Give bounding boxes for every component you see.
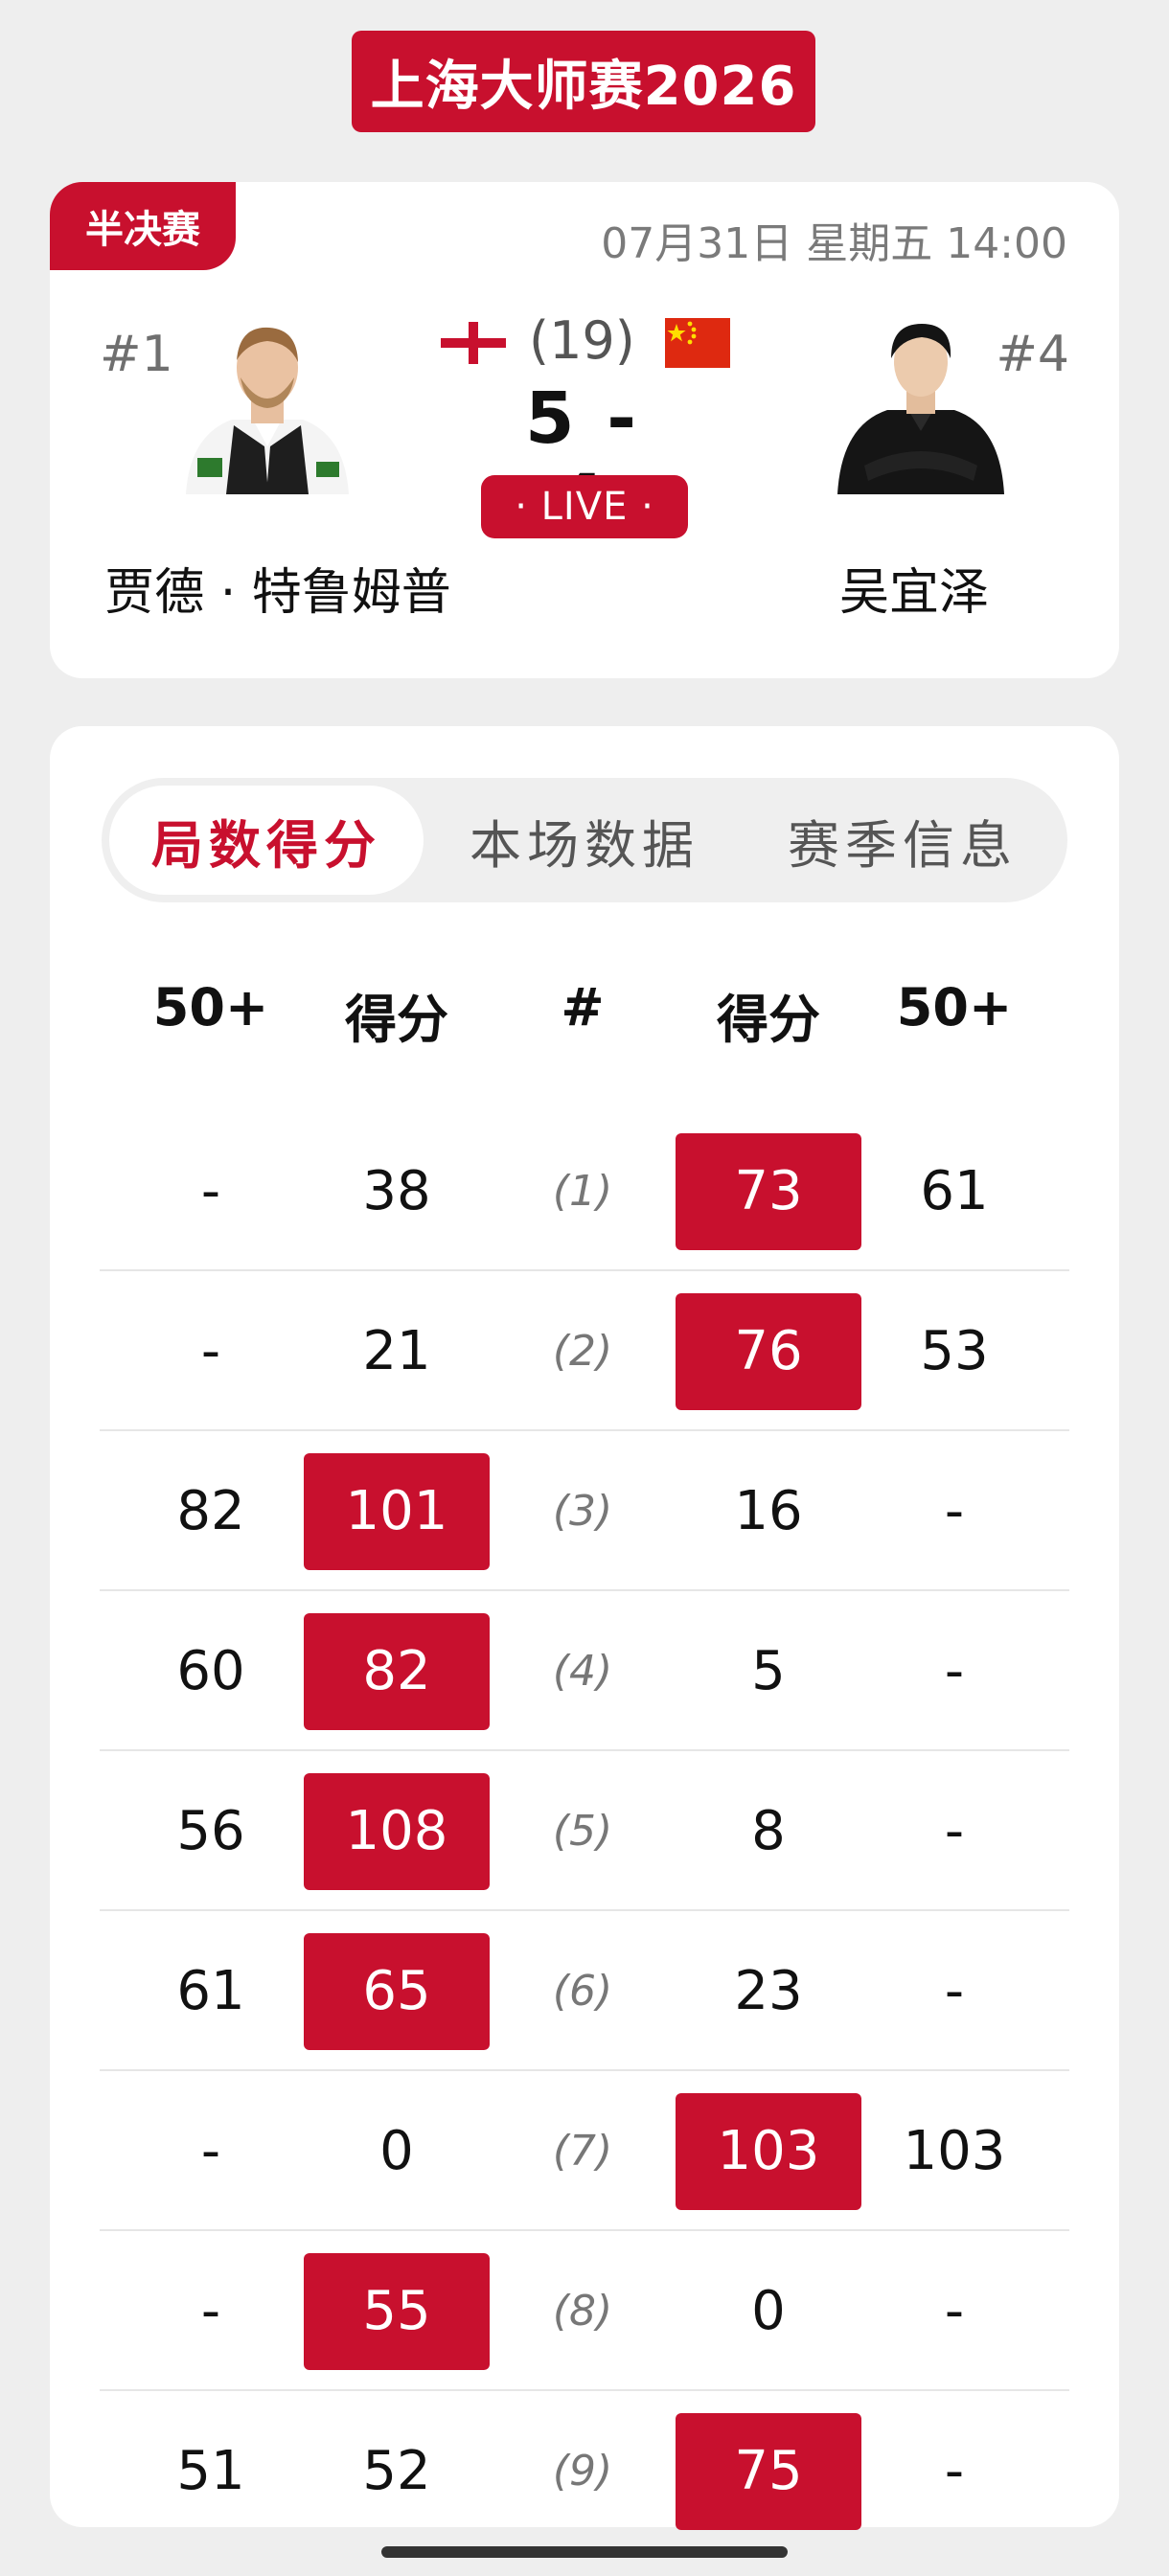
frame-number-cell: (7): [552, 2127, 613, 2176]
tab-bar: 局数得分 本场数据 赛季信息: [102, 778, 1067, 902]
left-score-cell: 55: [301, 2231, 493, 2391]
frame-winner-score: 82: [304, 1612, 490, 1730]
frame-winner-score: 65: [304, 1932, 490, 2050]
left-score-cell: 0: [379, 2120, 414, 2182]
right-score-cell: 0: [751, 2280, 786, 2342]
left-break-cell: 56: [176, 1800, 245, 1862]
frame-winner-score: 103: [676, 2092, 861, 2210]
left-player-avatar[interactable]: [176, 312, 358, 494]
frame-row: - 21 (2) 76 53: [100, 1271, 1069, 1431]
frame-row: - 0 (7) 103 103: [100, 2071, 1069, 2231]
tournament-title: 上海大师赛2026: [352, 31, 815, 132]
frame-number-cell: (1): [552, 1167, 613, 1216]
left-break-cell: 82: [176, 1480, 245, 1542]
frame-row: - 55 (8) 0 -: [100, 2231, 1069, 2391]
right-break-cell: 103: [903, 2120, 1006, 2182]
frame-row: 60 82 (4) 5 -: [100, 1591, 1069, 1751]
china-flag-icon: [665, 318, 730, 368]
right-score-cell: 23: [734, 1960, 803, 2022]
tab-season-info[interactable]: 赛季信息: [745, 786, 1060, 895]
right-score-cell: 103: [673, 2071, 864, 2231]
match-datetime: 07月31日 星期五 14:00: [601, 219, 1067, 268]
right-break-cell: -: [944, 2280, 965, 2342]
left-score-cell: 38: [362, 1160, 431, 1222]
page: 上海大师赛2026 半决赛 07月31日 星期五 14:00 #1 #4 贾德 …: [0, 0, 1169, 2576]
frame-row: - 38 (1) 73 61: [100, 1111, 1069, 1271]
right-score-cell: 75: [673, 2391, 864, 2551]
frame-number-cell: (6): [552, 1967, 613, 2016]
left-player-seed: #1: [100, 326, 173, 383]
match-card[interactable]: 半决赛 07月31日 星期五 14:00 #1 #4 贾德 · 特鲁姆普 吴宜泽…: [50, 182, 1119, 678]
left-break-cell: -: [200, 1320, 221, 1382]
england-flag-icon: [441, 322, 506, 364]
header-right-score: 得分: [717, 990, 820, 1050]
tab-frame-scores[interactable]: 局数得分: [109, 786, 424, 895]
frame-row: 56 108 (5) 8 -: [100, 1751, 1069, 1911]
frame-number-cell: (8): [552, 2287, 613, 2336]
left-score-cell: 101: [301, 1431, 493, 1591]
right-break-cell: -: [944, 1640, 965, 1702]
left-score-cell: 65: [301, 1911, 493, 2071]
left-break-cell: -: [200, 2280, 221, 2342]
right-score-cell: 73: [673, 1111, 864, 1271]
left-break-cell: 60: [176, 1640, 245, 1702]
frame-winner-score: 108: [304, 1772, 490, 1890]
header-left-break: 50+: [152, 977, 269, 1037]
stats-card: 局数得分 本场数据 赛季信息 50+ 得分 # 得分 50+ - 38 (1) 73 6…: [50, 726, 1119, 2530]
header-frame-number: #: [561, 977, 605, 1037]
right-player-avatar[interactable]: [830, 312, 1012, 494]
right-break-cell: -: [944, 1480, 965, 1542]
frame-row: 61 65 (6) 23 -: [100, 1911, 1069, 2071]
frame-row: 51 52 (9) 75 -: [100, 2391, 1069, 2551]
right-break-cell: -: [944, 1800, 965, 1862]
frame-number-cell: (5): [552, 1807, 613, 1856]
right-break-cell: -: [944, 2440, 965, 2502]
frame-winner-score: 75: [676, 2412, 861, 2530]
left-score-cell: 108: [301, 1751, 493, 1911]
right-score-cell: 5: [751, 1640, 786, 1702]
left-score-cell: 52: [362, 2440, 431, 2502]
left-break-cell: 51: [176, 2440, 245, 2502]
right-player-name[interactable]: 吴宜泽: [761, 552, 1067, 624]
header-right-break: 50+: [896, 977, 1013, 1037]
frame-number-cell: (2): [552, 1327, 613, 1376]
frame-number-cell: (9): [552, 2447, 613, 2496]
left-player-name[interactable]: 贾德 · 特鲁姆普: [77, 552, 479, 624]
frame-number-cell: (4): [552, 1647, 613, 1696]
frame-winner-score: 55: [304, 2252, 490, 2370]
right-score-cell: 8: [751, 1800, 786, 1862]
home-indicator[interactable]: [381, 2546, 788, 2558]
frame-number-cell: (3): [552, 1487, 613, 1536]
right-break-cell: 61: [920, 1160, 989, 1222]
live-badge: · LIVE ·: [481, 475, 688, 538]
left-break-cell: 61: [176, 1960, 245, 2022]
right-break-cell: -: [944, 1960, 965, 2022]
header-left-score: 得分: [345, 990, 448, 1050]
frame-winner-score: 73: [676, 1132, 861, 1250]
right-score-cell: 76: [673, 1271, 864, 1431]
left-score-cell: 21: [362, 1320, 431, 1382]
frame-row: 82 101 (3) 16 -: [100, 1431, 1069, 1591]
frame-winner-score: 76: [676, 1292, 861, 1410]
right-score-cell: 16: [734, 1480, 803, 1542]
round-badge: 半决赛: [50, 182, 236, 270]
left-score-cell: 82: [301, 1591, 493, 1751]
left-break-cell: -: [200, 1160, 221, 1222]
tab-match-stats[interactable]: 本场数据: [427, 786, 742, 895]
frame-winner-score: 101: [304, 1452, 490, 1570]
right-break-cell: 53: [920, 1320, 989, 1382]
best-of-frames: (19): [529, 310, 635, 371]
left-break-cell: -: [200, 2120, 221, 2182]
